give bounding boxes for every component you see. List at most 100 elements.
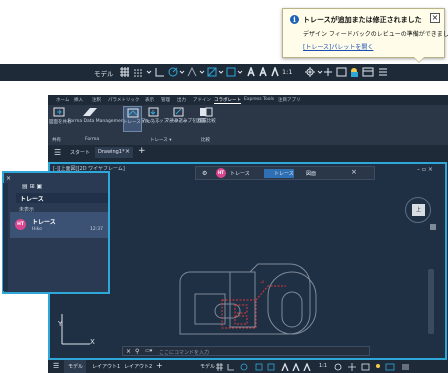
trace-item-title: トレース [32,219,56,226]
trace-icon [127,108,139,118]
command-line[interactable]: × ⚲ ▭▾ ここにコマンドを入力 [122,346,370,356]
tab-layout2[interactable]: レイアウト2 [124,363,152,370]
ucs-icon [61,314,90,345]
trace-item-author: Hiko [32,227,42,232]
annotation-scale-icon [281,363,289,371]
command-prompt-icon: ▭▾ [145,348,153,354]
settings-gear-icon[interactable]: ⚙ [202,170,207,177]
trace-name: トレース [230,171,250,177]
viewport-restore-icon[interactable]: – ▫ × [417,166,433,173]
part-outline [179,263,317,335]
share-drawing-button[interactable]: 図面を共有 [49,107,72,129]
annotation-visibility-icon [292,363,300,371]
palette-toolbar-icons[interactable]: ▤ ⊞ ▣ [22,183,42,190]
tab-drawing1[interactable]: Drawing1* × [95,147,133,158]
markup-import-icon [148,107,159,117]
plus-icon [348,363,356,371]
chevron-down-icon [146,70,152,74]
grid-icon [120,67,129,77]
status-bar-bottom: ☰ モデル レイアウト1 レイアウト2 + モデル 1:1 [48,360,448,373]
osnap-track-icon [267,363,275,371]
units-icon [336,67,347,77]
close-icon[interactable]: × [126,348,131,355]
push-to-forma-button[interactable]: Forma Data Management にプッシュ [68,107,149,129]
tab-start[interactable]: スタート [70,149,90,156]
close-icon[interactable]: × [125,148,130,155]
scale-button[interactable]: 1:1 [319,363,327,369]
scale-button[interactable]: 1:1 [282,68,292,76]
markup-import-button[interactable]: マークアップ 読み込み [141,107,187,129]
close-icon[interactable]: × [351,168,357,176]
new-tab-plus-icon[interactable]: + [138,146,146,156]
menu-icon[interactable]: ☰ [53,362,59,370]
tab-home[interactable]: ホーム [56,97,69,103]
annotation-autoscale-icon [303,363,311,371]
tab-annotate[interactable]: 注釈 [92,97,101,103]
ucs-x-label: X [90,338,95,346]
trace-toolbar: ⚙ HT トレース トレース 図面 × [195,166,375,180]
command-input[interactable]: ここにコマンドを入力 [159,349,209,356]
isolate-objects-icon [351,68,358,77]
notification-balloon: i トレースが追加または修正されました デザイン フィードバックのレビューの準備… [282,8,448,63]
tab-view[interactable]: 表示 [145,97,154,103]
close-icon[interactable]: × [6,175,11,182]
annotation-autoscale-icon [271,67,279,77]
drawing-compare-button[interactable]: 図面 比較 [196,107,216,129]
document-tab-bar: ☰ スタート Drawing1* × + [48,146,448,158]
annotation-scale-icon [247,67,255,77]
palette-title-bar: トレース [16,193,108,203]
trace-item-time: 12:37 [90,227,103,232]
polar-icon [168,67,178,77]
viewcube[interactable]: 上 [405,197,431,223]
close-icon[interactable]: × [430,13,440,23]
avatar: HT [15,219,26,230]
notification-title: トレースが追加または修正されました [303,16,422,24]
add-layout-plus-icon[interactable]: + [156,361,163,370]
info-icon: i [290,15,299,24]
object-snap-icon [207,67,217,77]
hardware-icon [362,67,374,77]
ortho-icon [227,364,234,371]
tab-parametric[interactable]: パラメトリック [108,97,139,103]
customize-menu-icon [379,68,387,76]
tab-layout1[interactable]: レイアウト1 [92,363,120,370]
open-trace-palette-link[interactable]: [トレース]パレットを開く [303,42,373,51]
tab-express-tools[interactable]: Express Tools [244,97,274,102]
tab-model[interactable]: モデル [64,360,86,373]
tab-insert[interactable]: 挿入 [74,97,83,103]
trace-palette-button[interactable]: トレース パレット [123,106,160,132]
viewcube-menu-icon[interactable] [430,224,436,230]
viewcube-top-face[interactable]: 上 [412,204,425,216]
ortho-icon [155,68,164,77]
menu-icon[interactable]: ☰ [54,148,61,157]
forma-icon [83,108,97,116]
drawing-view-button[interactable]: 図面 [296,169,326,178]
model-button[interactable]: モデル [200,363,215,370]
navigation-bar[interactable] [428,269,434,334]
tab-addins[interactable]: アドイン [193,97,211,103]
avatar: HT [216,168,226,178]
units-icon [361,363,370,371]
model-button[interactable]: モデル [94,68,114,78]
markup-create-button[interactable]: マークアップを 作成 [165,107,207,129]
tab-featured-apps[interactable]: 注目アプリ [278,97,301,103]
object-snap-icon [255,363,263,371]
status-bar-top: モデル 1:1 [0,64,448,81]
ribbon-tab-bar: ホーム 挿入 注釈 パラメトリック 表示 管理 出力 アドイン コラボレート E… [48,97,448,105]
polar-icon [240,363,248,371]
osnap-track-icon [226,67,236,77]
grid-icon [216,363,223,371]
tab-collaborate[interactable]: コラボレート [214,97,241,104]
panel-trace-label[interactable]: トレース ▾ [150,137,171,143]
markup-create-icon [173,107,184,117]
tab-output[interactable]: 出力 [177,97,186,103]
notification-body: デザイン フィードバックのレビューの準備ができました [303,31,448,38]
tab-manage[interactable]: 管理 [161,97,170,103]
isodraft-icon [187,67,197,77]
trace-view-button[interactable]: トレース [264,169,294,178]
workspace-gear-icon [305,67,315,77]
workspace-gear-icon [334,363,342,371]
plus-icon [324,68,332,76]
wrench-icon[interactable]: ⚲ [135,348,139,355]
trace-list-item[interactable]: HT トレース Hiko 12:37 [10,212,108,238]
